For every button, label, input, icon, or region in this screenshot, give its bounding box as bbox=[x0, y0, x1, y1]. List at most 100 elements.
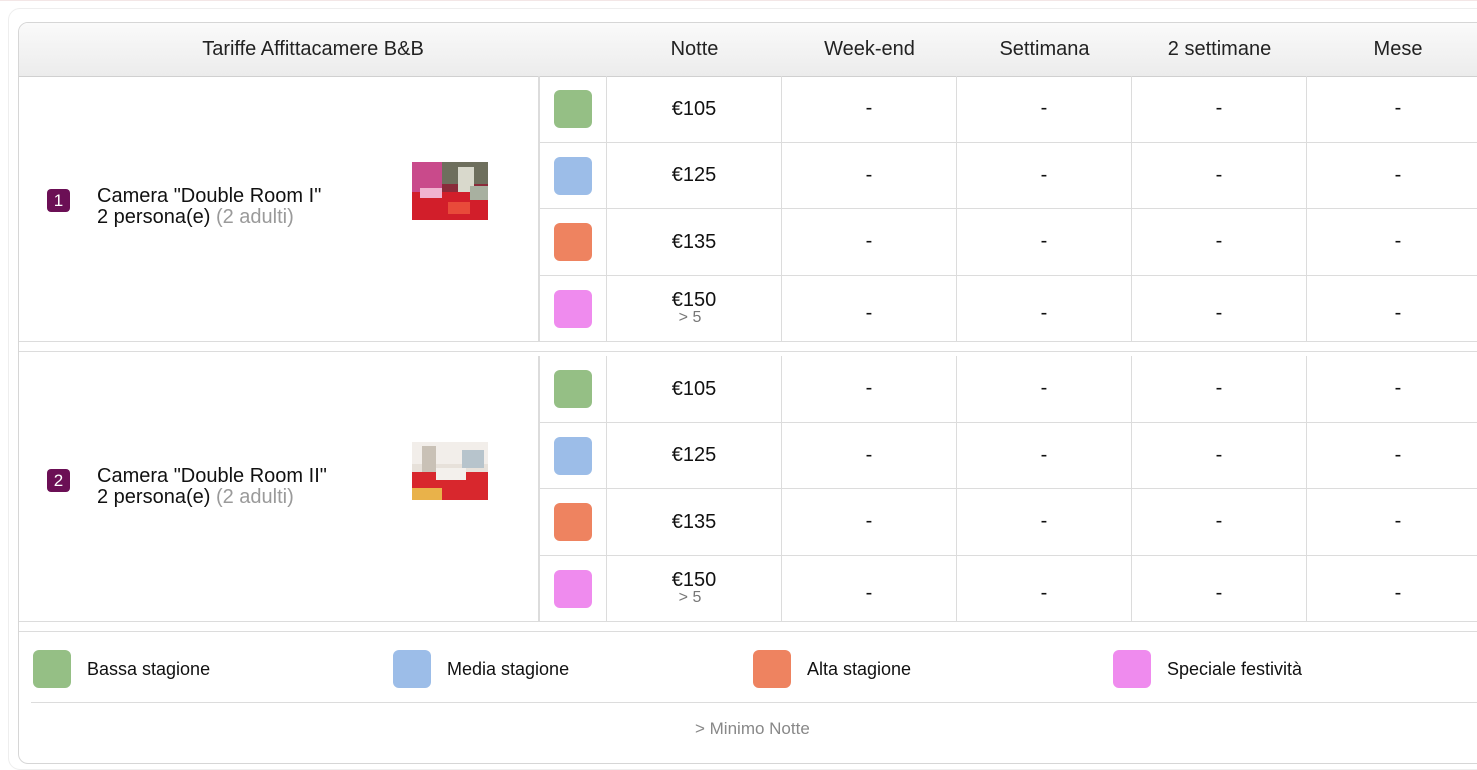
price-value: €125 bbox=[671, 444, 717, 467]
season-swatch-cell bbox=[539, 555, 607, 622]
legend-swatch-alta bbox=[753, 650, 791, 688]
price-settimana: - bbox=[957, 76, 1132, 143]
minimum-nights: > 5 bbox=[678, 588, 702, 606]
room-number-badge: 2 bbox=[47, 469, 70, 492]
price-settimana: - bbox=[957, 275, 1132, 342]
price-value: €135 bbox=[671, 230, 717, 253]
price-mese: - bbox=[1307, 76, 1477, 143]
legend-label-speciale: Speciale festività bbox=[1167, 659, 1303, 679]
table-title: Tariffe Affittacamere B&B bbox=[19, 23, 608, 77]
price-weekend: - bbox=[782, 356, 957, 423]
room-capacity-line: 2 persona(e) (2 adulti) bbox=[97, 207, 321, 228]
price-settimana: - bbox=[957, 142, 1132, 209]
legend-swatch-bassa bbox=[33, 650, 71, 688]
room-guests: (2 adulti) bbox=[215, 486, 294, 508]
price-weekend: - bbox=[782, 275, 957, 342]
price-2-settimane: - bbox=[1132, 356, 1307, 423]
season-swatch-media bbox=[554, 436, 592, 475]
price-notte: €150 > 5 bbox=[607, 275, 782, 342]
price-mese: - bbox=[1307, 209, 1477, 276]
price-settimana: - bbox=[957, 555, 1132, 622]
price-2-settimane: - bbox=[1132, 422, 1307, 489]
column-header-notte: Notte bbox=[607, 23, 783, 77]
room-number-badge: 1 bbox=[47, 189, 70, 212]
room-separator bbox=[19, 622, 1477, 632]
price-mese: - bbox=[1307, 276, 1477, 342]
price-weekend: - bbox=[782, 209, 957, 276]
room-capacity-line: 2 persona(e) (2 adulti) bbox=[97, 487, 327, 508]
price-2-settimane: - bbox=[1132, 76, 1307, 143]
rates-table: Tariffe Affittacamere B&B Notte Week-end… bbox=[18, 22, 1477, 764]
season-swatch-cell bbox=[539, 275, 607, 342]
legend-note: > Minimo Notte bbox=[695, 719, 810, 738]
minimum-nights: > 5 bbox=[678, 308, 702, 326]
season-swatch-cell bbox=[539, 489, 607, 556]
season-swatch-media bbox=[554, 156, 592, 195]
season-swatch-cell bbox=[539, 76, 607, 143]
room-info-cell: 1 Camera "Double Room I" 2 persona(e) (2 a… bbox=[19, 76, 539, 342]
price-2-settimane: - bbox=[1132, 275, 1307, 342]
season-swatch-cell bbox=[539, 422, 607, 489]
legend-swatch-media bbox=[393, 650, 431, 688]
price-notte: €135 bbox=[607, 209, 782, 276]
room-photo[interactable] bbox=[412, 162, 488, 220]
season-swatch-alta bbox=[554, 503, 592, 541]
price-settimana: - bbox=[957, 489, 1132, 556]
season-swatch-cell bbox=[539, 142, 607, 209]
price-2-settimane: - bbox=[1132, 142, 1307, 209]
price-mese: - bbox=[1307, 423, 1477, 489]
legend-label-alta: Alta stagione bbox=[807, 659, 912, 679]
legend-label-bassa: Bassa stagione bbox=[87, 659, 211, 679]
room-name[interactable]: Camera "Double Room I" 2 persona(e) (2 ad… bbox=[97, 186, 321, 228]
price-mese: - bbox=[1307, 143, 1477, 209]
price-weekend: - bbox=[782, 555, 957, 622]
price-value: €150 bbox=[671, 288, 717, 311]
room-capacity: 2 persona(e) bbox=[97, 206, 211, 228]
column-header-2-settimane: 2 settimane bbox=[1132, 23, 1308, 77]
price-notte: €135 bbox=[607, 489, 782, 556]
price-mese: - bbox=[1307, 556, 1477, 622]
season-swatch-alta bbox=[554, 223, 592, 261]
price-weekend: - bbox=[782, 489, 957, 556]
price-2-settimane: - bbox=[1132, 489, 1307, 556]
price-weekend: - bbox=[782, 142, 957, 209]
room-photo[interactable] bbox=[412, 442, 488, 500]
room-separator bbox=[19, 342, 1477, 352]
price-value: €105 bbox=[671, 377, 717, 400]
legend-divider bbox=[31, 702, 1477, 703]
price-settimana: - bbox=[957, 356, 1132, 423]
season-swatch-speciale bbox=[554, 569, 592, 608]
price-settimana: - bbox=[957, 209, 1132, 276]
price-notte: €125 bbox=[607, 142, 782, 209]
price-2-settimane: - bbox=[1132, 209, 1307, 276]
price-value: €135 bbox=[671, 510, 717, 533]
price-value: €125 bbox=[671, 164, 717, 187]
price-2-settimane: - bbox=[1132, 555, 1307, 622]
room-title[interactable]: Camera "Double Room I" bbox=[97, 186, 321, 207]
room-info-cell: 2 Camera "Double Room II" 2 persona(e) (2 … bbox=[19, 356, 539, 622]
price-weekend: - bbox=[782, 76, 957, 143]
room-name[interactable]: Camera "Double Room II" 2 persona(e) (2 a… bbox=[97, 466, 327, 508]
season-swatch-cell bbox=[539, 209, 607, 276]
price-notte: €105 bbox=[607, 356, 782, 423]
price-mese: - bbox=[1307, 356, 1477, 423]
room-capacity: 2 persona(e) bbox=[97, 486, 211, 508]
room-title[interactable]: Camera "Double Room II" bbox=[97, 466, 327, 487]
price-weekend: - bbox=[782, 422, 957, 489]
legend-swatch-speciale bbox=[1113, 650, 1151, 688]
season-swatch-cell bbox=[539, 356, 607, 423]
price-notte: €105 bbox=[607, 76, 782, 143]
top-divider bbox=[0, 0, 1477, 1]
column-header-mese: Mese bbox=[1307, 23, 1477, 77]
price-value: €105 bbox=[671, 97, 717, 120]
legend-label-media: Media stagione bbox=[447, 659, 570, 679]
season-swatch-bassa bbox=[554, 90, 592, 128]
season-swatch-bassa bbox=[554, 370, 592, 408]
price-settimana: - bbox=[957, 422, 1132, 489]
column-header-settimana: Settimana bbox=[957, 23, 1133, 77]
price-value: €150 bbox=[671, 568, 717, 591]
price-notte: €125 bbox=[607, 422, 782, 489]
room-guests: (2 adulti) bbox=[215, 206, 294, 228]
price-mese: - bbox=[1307, 489, 1477, 556]
price-notte: €150 > 5 bbox=[607, 555, 782, 622]
